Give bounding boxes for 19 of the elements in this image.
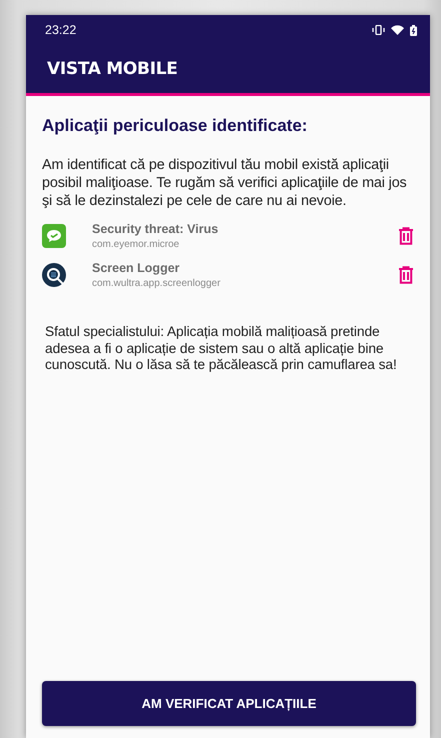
status-time: 23:22: [45, 23, 76, 37]
app-package: com.eyemor.microe: [92, 238, 180, 250]
confirm-button[interactable]: AM VERIFICAT APLICAȚIILE: [42, 681, 416, 726]
chat-bubble-icon: [42, 224, 66, 248]
app-title: VISTA MOBILE: [47, 59, 178, 79]
vibrate-icon: [372, 25, 385, 35]
trash-icon: [398, 226, 414, 244]
app-name: Security threat: Virus: [92, 222, 220, 236]
trash-icon: [398, 266, 414, 284]
section-heading: Aplicaţii periculoase identificate:: [42, 116, 308, 136]
app-package: com.wultra.app.screenlogger: [92, 278, 222, 288]
intro-text: Am identificat că pe dispozitivul tău mobil există aplicaţii posibil maliţioase. Te rugăm să verifici aplicaţiile de mai jos şi să le dezinstalezi pe cele de care nu ai nevoie.: [42, 156, 408, 210]
delete-button[interactable]: [398, 226, 414, 244]
delete-button[interactable]: [398, 266, 414, 284]
magnifier-icon: [42, 262, 66, 286]
wifi-icon: [391, 25, 404, 35]
tip-text: Sfatul specialistului: Aplicația mobilă malițioasă pretinde adesea a fi o aplicație de sistem sau o altă aplicație bine cunoscută. Nu o lăsa să te păcălească prin camuflarea sa!: [45, 324, 398, 374]
battery-icon: [410, 24, 417, 36]
app-name: Screen Logger: [92, 260, 181, 274]
